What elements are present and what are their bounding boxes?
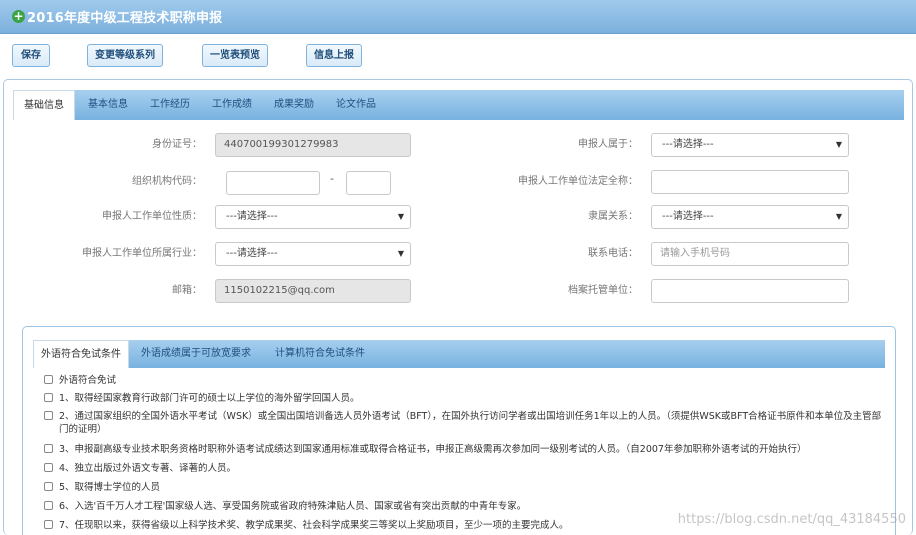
tab-awards[interactable]: 成果奖励 (263, 90, 325, 120)
tab-language-relaxed[interactable]: 外语成绩属于可放宽要求 (131, 340, 261, 368)
phone-field[interactable]: 请输入手机号码 (651, 242, 849, 266)
belongs-to-value: ---请选择--- (662, 139, 714, 150)
checkbox[interactable] (44, 463, 53, 472)
exemption-item[interactable]: 3、申报副高级专业技术职务资格时职称外语考试成绩达到国家通用标准或取得合格证书，… (44, 443, 884, 456)
page-title: 2016年度中级工程技术职称申报 (27, 11, 223, 26)
unit-industry-select[interactable]: ---请选择--- ▼ (215, 242, 411, 266)
watermark: https://blog.csdn.net/qq_43184550 (677, 512, 906, 527)
email-field[interactable]: 1150102215@qq.com (215, 279, 411, 303)
tab-work-achievements[interactable]: 工作成绩 (201, 90, 263, 120)
org-code-field-2[interactable] (346, 171, 391, 195)
belongs-to-label: 申报人属于： (578, 139, 638, 150)
org-code-label: 组织机构代码： (132, 176, 202, 187)
change-level-button[interactable]: 变更等级系列 (87, 44, 163, 67)
checkbox[interactable] (44, 375, 53, 384)
exemption-item[interactable]: 外语符合免试 (44, 374, 884, 387)
id-card-field[interactable]: 440700199301279983 (215, 133, 411, 157)
exemption-item[interactable]: 4、独立出版过外语文专著、译著的人员。 (44, 462, 884, 475)
tab-personal-info[interactable]: 基本信息 (77, 90, 139, 120)
tab-computer-exempt[interactable]: 计算机符合免试条件 (261, 340, 379, 368)
exemption-item[interactable]: 1、取得经国家教育行政部门许可的硕士以上学位的海外留学回国人员。 (44, 392, 884, 405)
unit-nature-label: 申报人工作单位性质： (102, 211, 202, 222)
chevron-down-icon: ▼ (835, 140, 842, 149)
unit-full-name-field[interactable] (651, 170, 849, 194)
chevron-down-icon: ▼ (397, 249, 404, 258)
archive-unit-field[interactable] (651, 279, 849, 303)
exemption-item[interactable]: 2、通过国家组织的全国外语水平考试（WSK）或全国出国培训备选人员外语考试（BF… (44, 410, 884, 436)
title-bar: + 2016年度中级工程技术职称申报 (0, 0, 916, 34)
affiliation-label: 隶属关系： (588, 211, 638, 222)
affiliation-value: ---请选择--- (662, 211, 714, 222)
tab-basic-info[interactable]: 基础信息 (13, 90, 75, 120)
toolbar: 保存 变更等级系列 一览表预览 信息上报 (0, 35, 916, 77)
affiliation-select[interactable]: ---请选择--- ▼ (651, 205, 849, 229)
sub-tab-bar: 外语符合免试条件 外语成绩属于可放宽要求 计算机符合免试条件 (33, 340, 885, 368)
checkbox[interactable] (44, 501, 53, 510)
id-card-label: 身份证号： (152, 139, 202, 150)
add-icon: + (12, 9, 25, 23)
tab-bar: 基础信息 基本信息 工作经历 工作成绩 成果奖励 论文作品 (13, 90, 904, 120)
chevron-down-icon: ▼ (835, 212, 842, 221)
unit-nature-select[interactable]: ---请选择--- ▼ (215, 205, 411, 229)
tab-papers[interactable]: 论文作品 (325, 90, 387, 120)
org-code-separator: - (330, 172, 334, 185)
phone-label: 联系电话： (588, 248, 638, 259)
checkbox[interactable] (44, 411, 53, 420)
unit-full-name-label: 申报人工作单位法定全称： (518, 176, 638, 187)
unit-industry-value: ---请选择--- (226, 248, 278, 259)
checkbox[interactable] (44, 482, 53, 491)
checkbox[interactable] (44, 444, 53, 453)
org-code-field-1[interactable] (226, 171, 320, 195)
save-button[interactable]: 保存 (12, 44, 50, 67)
exemption-item[interactable]: 5、取得博士学位的人员 (44, 481, 884, 494)
email-label: 邮箱： (172, 285, 202, 296)
submit-button[interactable]: 信息上报 (306, 44, 362, 67)
tab-work-experience[interactable]: 工作经历 (139, 90, 201, 120)
archive-unit-label: 档案托管单位： (568, 285, 638, 296)
tab-language-exempt[interactable]: 外语符合免试条件 (33, 340, 129, 368)
chevron-down-icon: ▼ (397, 212, 404, 221)
checkbox[interactable] (44, 520, 53, 529)
checkbox[interactable] (44, 393, 53, 402)
preview-button[interactable]: 一览表预览 (202, 44, 268, 67)
belongs-to-select[interactable]: ---请选择--- ▼ (651, 133, 849, 157)
unit-nature-value: ---请选择--- (226, 211, 278, 222)
unit-industry-label: 申报人工作单位所属行业： (82, 248, 202, 259)
